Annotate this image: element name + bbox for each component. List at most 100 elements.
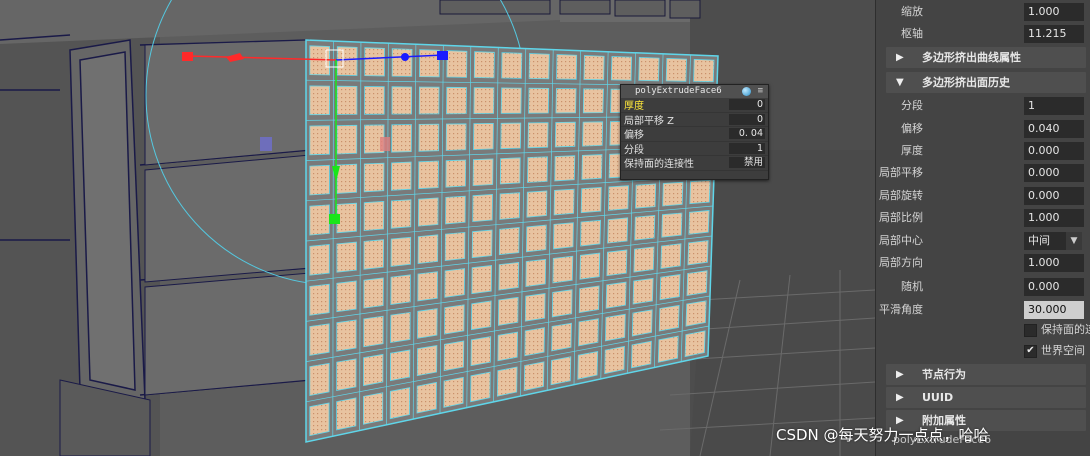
popup-value-keep-faces-together[interactable]: 禁用 (729, 157, 765, 169)
extruded-face-tile[interactable] (309, 125, 330, 156)
extruded-face-tile[interactable] (581, 154, 603, 180)
extruded-face-tile[interactable] (582, 121, 604, 147)
extruded-face-tile[interactable] (662, 181, 684, 207)
extruded-face-tile[interactable] (472, 193, 493, 223)
extruded-face-tile[interactable] (390, 274, 411, 305)
extruded-face-tile[interactable] (551, 289, 573, 318)
extruded-face-tile[interactable] (499, 192, 521, 220)
section-extrude-face-history[interactable]: ▼ 多边形挤出面历史 (886, 72, 1086, 93)
extruded-face-tile[interactable] (528, 87, 550, 114)
extruded-face-tile[interactable] (528, 53, 550, 80)
section-extrude-curve-attrs[interactable]: ▶ 多边形挤出曲线属性 (886, 47, 1086, 68)
popup-row-keep-faces-together[interactable]: 保持面的连接性 禁用 (621, 156, 768, 171)
extruded-face-tile[interactable] (336, 241, 357, 273)
extruded-face-tile[interactable] (526, 190, 548, 218)
extruded-face-tile[interactable] (658, 304, 680, 332)
extruded-face-tile[interactable] (309, 204, 330, 236)
extruded-face-tile[interactable] (364, 86, 385, 115)
extruded-face-tile[interactable] (391, 124, 412, 153)
extruded-face-tile[interactable] (470, 371, 491, 403)
extruded-face-tile[interactable] (685, 300, 707, 327)
extruded-face-tile[interactable] (631, 309, 653, 337)
extruded-face-tile[interactable] (496, 366, 518, 397)
section-uuid[interactable]: ▶ UUID (886, 387, 1086, 408)
extruded-face-tile[interactable] (606, 249, 628, 277)
local-direction-field[interactable]: 1.000 (1024, 254, 1084, 272)
extruded-face-tile[interactable] (336, 124, 358, 155)
extruded-face-tile[interactable] (604, 345, 625, 375)
extruded-face-tile[interactable] (497, 331, 519, 362)
extruded-face-tile[interactable] (417, 308, 438, 339)
extruded-face-tile[interactable] (444, 231, 466, 262)
extruded-face-tile[interactable] (556, 54, 578, 80)
extruded-face-tile[interactable] (607, 217, 629, 244)
extruded-face-tile[interactable] (498, 227, 520, 256)
extruded-face-tile[interactable] (363, 239, 385, 270)
extruded-face-tile[interactable] (638, 56, 660, 82)
extruded-face-tile[interactable] (419, 49, 440, 78)
extruded-face-tile[interactable] (473, 51, 495, 79)
extruded-face-tile[interactable] (687, 240, 709, 266)
popup-value-local-translate-z[interactable]: 0 (729, 113, 765, 125)
extruded-face-tile[interactable] (607, 185, 629, 211)
extruded-face-tile[interactable] (470, 336, 492, 367)
extruded-face-tile[interactable] (471, 229, 493, 259)
extruded-face-tile[interactable] (470, 300, 492, 331)
extruded-face-tile[interactable] (553, 222, 574, 250)
extruded-face-tile[interactable] (363, 162, 385, 193)
extruded-face-tile[interactable] (416, 345, 438, 377)
extruded-face-tile[interactable] (577, 351, 599, 380)
extruded-face-tile[interactable] (661, 212, 683, 238)
extruded-face-tile[interactable] (309, 283, 330, 316)
extruded-face-tile[interactable] (309, 244, 330, 276)
extruded-face-tile[interactable] (659, 274, 681, 301)
extruded-face-tile[interactable] (336, 85, 358, 115)
popup-value-offset[interactable]: 0. 04 (729, 128, 765, 140)
extruded-face-tile[interactable] (418, 86, 440, 115)
extruded-face-tile[interactable] (631, 340, 652, 369)
extruded-face-tile[interactable] (501, 52, 523, 79)
extruded-face-tile[interactable] (527, 122, 549, 149)
extruded-face-tile[interactable] (497, 296, 519, 326)
extruded-face-tile[interactable] (555, 88, 577, 114)
extruded-face-tile[interactable] (524, 327, 545, 357)
extruded-face-tile[interactable] (500, 122, 522, 150)
extruded-face-tile[interactable] (389, 349, 411, 382)
extruded-face-tile[interactable] (363, 353, 384, 387)
extruded-face-tile[interactable] (363, 277, 384, 309)
popup-value-thickness[interactable]: 0 (729, 99, 765, 111)
offset-field[interactable]: 0.040 (1024, 120, 1084, 138)
extruded-face-tile[interactable] (633, 246, 655, 273)
extruded-face-tile[interactable] (525, 258, 547, 287)
extruded-face-tile[interactable] (443, 376, 464, 408)
extruded-face-tile[interactable] (580, 219, 602, 247)
popup-row-divisions[interactable]: 分段 1 (621, 142, 768, 156)
extruded-face-tile[interactable] (665, 57, 688, 82)
extruded-face-tile[interactable] (417, 271, 438, 302)
local-translate-field[interactable]: 0.000 (1024, 164, 1084, 182)
popup-title[interactable]: polyExtrudeFace6 ≡ (621, 85, 768, 98)
scale-field[interactable]: 1.000 (1024, 3, 1084, 21)
extruded-face-tile[interactable] (309, 323, 330, 356)
extruded-face-tile[interactable] (336, 397, 357, 431)
extruded-face-tile[interactable] (363, 315, 384, 348)
extruded-face-tile[interactable] (684, 330, 706, 358)
extruded-face-tile[interactable] (524, 293, 546, 322)
thickness-field[interactable]: 0.000 (1024, 142, 1084, 160)
viewport-scene[interactable] (0, 0, 875, 456)
extruded-face-tile[interactable] (336, 319, 357, 352)
extruded-face-tile[interactable] (446, 86, 467, 115)
extruded-face-tile[interactable] (309, 164, 330, 196)
extruded-face-tile[interactable] (445, 123, 467, 151)
popup-row-offset[interactable]: 偏移 0. 04 (621, 127, 768, 142)
extruded-face-tile[interactable] (551, 322, 572, 352)
extruded-face-tile[interactable] (693, 58, 715, 83)
extruded-face-tile[interactable] (578, 318, 599, 347)
section-node-behavior[interactable]: ▶ 节点行为 (886, 364, 1086, 385)
extruded-face-tile[interactable] (554, 121, 576, 148)
pivot-field[interactable]: 11.215 (1024, 25, 1084, 43)
extruded-face-tile[interactable] (336, 358, 357, 391)
extruded-face-tile[interactable] (446, 50, 468, 78)
random-field[interactable]: 0.000 (1024, 278, 1084, 296)
extruded-face-tile[interactable] (604, 313, 626, 342)
